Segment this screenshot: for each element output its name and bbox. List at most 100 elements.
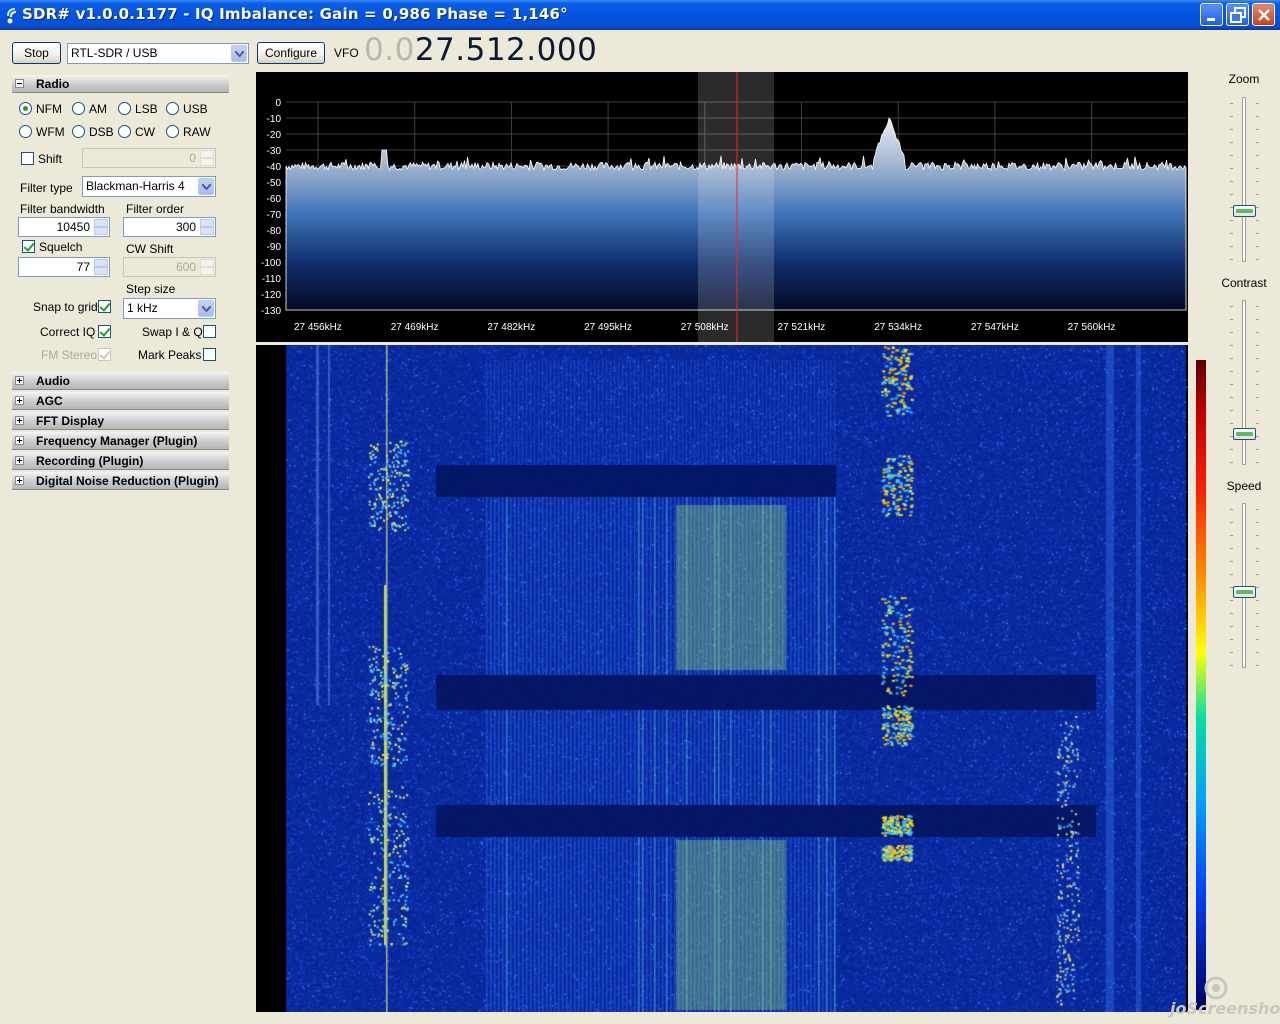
frequency-manager-section-header[interactable]: Frequency Manager (Plugin) (12, 432, 229, 450)
mode-radio-wfm[interactable]: WFM (19, 125, 65, 141)
expand-icon[interactable] (15, 396, 24, 405)
expand-icon[interactable] (15, 416, 24, 425)
collapse-icon[interactable] (15, 79, 24, 88)
spectrum-plot[interactable]: 0 -10 -20 -30 -40 -50 -60 -70 -80 -90 -100 -110 -120… (256, 72, 1188, 342)
spin-down-icon[interactable] (94, 227, 108, 235)
zoom-slider-track[interactable] (1242, 97, 1246, 262)
expand-icon[interactable] (15, 376, 24, 385)
chevron-down-icon[interactable] (198, 178, 214, 195)
slider-tick (1230, 397, 1233, 398)
vfo-label: VFO (334, 46, 359, 60)
audio-section-header[interactable]: Audio (12, 372, 229, 390)
spin-down-icon[interactable] (200, 227, 214, 235)
zoom-slider-thumb[interactable] (1233, 205, 1256, 217)
slider-tick (1230, 103, 1233, 104)
slider-tick (1230, 423, 1233, 424)
filter-order-label: Filter order (126, 202, 185, 216)
waterfall-color-scale (1196, 360, 1206, 1010)
spin-up-icon[interactable] (94, 219, 108, 227)
db-tick-label: -70 (267, 210, 282, 221)
watermark-text: joScreenshot (1170, 999, 1280, 1018)
mode-radio-lsb[interactable]: LSB (118, 102, 158, 118)
configure-button[interactable]: Configure (257, 42, 325, 64)
chevron-down-icon[interactable] (198, 300, 214, 317)
mode-radio-am[interactable]: AM (72, 102, 107, 118)
cw-shift-label: CW Shift (126, 242, 174, 256)
spin-down-icon[interactable] (94, 267, 108, 275)
db-tick-label: 0 (275, 98, 281, 109)
squelch-checkbox[interactable] (22, 240, 35, 253)
waterfall-canvas[interactable] (256, 345, 1188, 1012)
contrast-slider-thumb[interactable] (1233, 427, 1256, 440)
waterfall-display[interactable] (256, 345, 1188, 1012)
filter-bandwidth-spinner[interactable]: 10450 (18, 217, 110, 237)
mode-radio-dsb[interactable]: DSB (72, 125, 114, 141)
expand-icon[interactable] (15, 456, 24, 465)
zoom-label: Zoom (1228, 72, 1260, 86)
slider-tick (1230, 561, 1233, 562)
slider-tick (1230, 548, 1233, 549)
agc-section-header[interactable]: AGC (12, 392, 229, 410)
db-tick-label: -50 (267, 178, 282, 189)
db-tick-label: -90 (267, 242, 282, 253)
swap-iq-checkbox[interactable] (203, 325, 216, 338)
speed-slider-thumb[interactable] (1233, 585, 1256, 598)
spin-up-icon[interactable] (94, 259, 108, 267)
slider-tick (1256, 522, 1259, 523)
spectrum-analyzer[interactable]: 0 -10 -20 -30 -40 -50 -60 -70 -80 -90 -100 -110 -120… (256, 72, 1188, 342)
filter-order-spinner[interactable]: 300 (123, 217, 216, 237)
filter-passband[interactable] (698, 72, 774, 342)
noise-reduction-section-title: Digital Noise Reduction (Plugin) (36, 474, 219, 488)
spin-up-icon[interactable] (200, 219, 214, 227)
expand-icon[interactable] (15, 436, 24, 445)
shift-spinner[interactable]: 0 (82, 148, 216, 168)
fft-display-section-header[interactable]: FFT Display (12, 412, 229, 430)
noise-reduction-section-header[interactable]: Digital Noise Reduction (Plugin) (12, 472, 229, 490)
slider-tick (1230, 600, 1233, 601)
filter-order-value: 300 (175, 220, 196, 234)
slider-tick (1256, 535, 1259, 536)
expand-icon[interactable] (15, 476, 24, 485)
shift-checkbox[interactable] (21, 152, 34, 165)
db-tick-label: -40 (267, 162, 282, 173)
title-bar[interactable]: SDR# v1.0.0.1177 - IQ Imbalance: Gain = … (0, 0, 1280, 30)
frequency-tick-label: 27 495kHz (584, 322, 632, 333)
minimize-button[interactable] (1200, 3, 1223, 26)
source-select[interactable]: RTL-SDR / USB (67, 43, 249, 64)
radio-section-header[interactable]: Radio (12, 75, 229, 93)
vfo-frequency-display[interactable]: 0.027.512.000 (364, 32, 597, 68)
slider-tick (1230, 665, 1233, 666)
frequency-tick-label: 27 456kHz (294, 322, 342, 333)
slider-tick (1230, 652, 1233, 653)
correct-iq-checkbox[interactable] (98, 325, 111, 338)
mode-radio-usb[interactable]: USB (166, 102, 208, 118)
slider-tick (1230, 259, 1233, 260)
slider-tick (1256, 384, 1259, 385)
fm-stereo-checkbox[interactable] (98, 348, 111, 361)
mode-radio-raw[interactable]: RAW (166, 125, 211, 141)
contrast-slider-track[interactable] (1242, 300, 1246, 465)
step-size-select[interactable]: 1 kHz (123, 298, 216, 319)
mode-radio-nfm[interactable]: NFM (19, 102, 62, 118)
filter-type-select[interactable]: Blackman-Harris 4 (82, 176, 216, 197)
spin-up-icon[interactable] (200, 259, 214, 267)
recording-section-header[interactable]: Recording (Plugin) (12, 452, 229, 470)
spin-down-icon[interactable] (200, 267, 214, 275)
mark-peaks-label: Mark Peaks (138, 348, 202, 362)
slider-tick (1256, 246, 1259, 247)
mode-radio-cw[interactable]: CW (118, 125, 155, 141)
slider-tick (1256, 116, 1259, 117)
db-tick-label: -10 (267, 114, 282, 125)
slider-tick (1230, 233, 1233, 234)
mark-peaks-checkbox[interactable] (203, 348, 216, 361)
snap-to-grid-checkbox[interactable] (98, 300, 111, 313)
spin-up-icon[interactable] (200, 150, 214, 158)
stop-button[interactable]: Stop (12, 42, 61, 64)
squelch-spinner[interactable]: 77 (18, 257, 110, 277)
fm-stereo-label: FM Stereo (41, 348, 98, 362)
cw-shift-spinner[interactable]: 600 (123, 257, 216, 277)
spin-down-icon[interactable] (200, 158, 214, 166)
close-button[interactable] (1252, 3, 1275, 26)
chevron-down-icon[interactable] (231, 45, 247, 62)
maximize-button[interactable] (1226, 3, 1249, 26)
